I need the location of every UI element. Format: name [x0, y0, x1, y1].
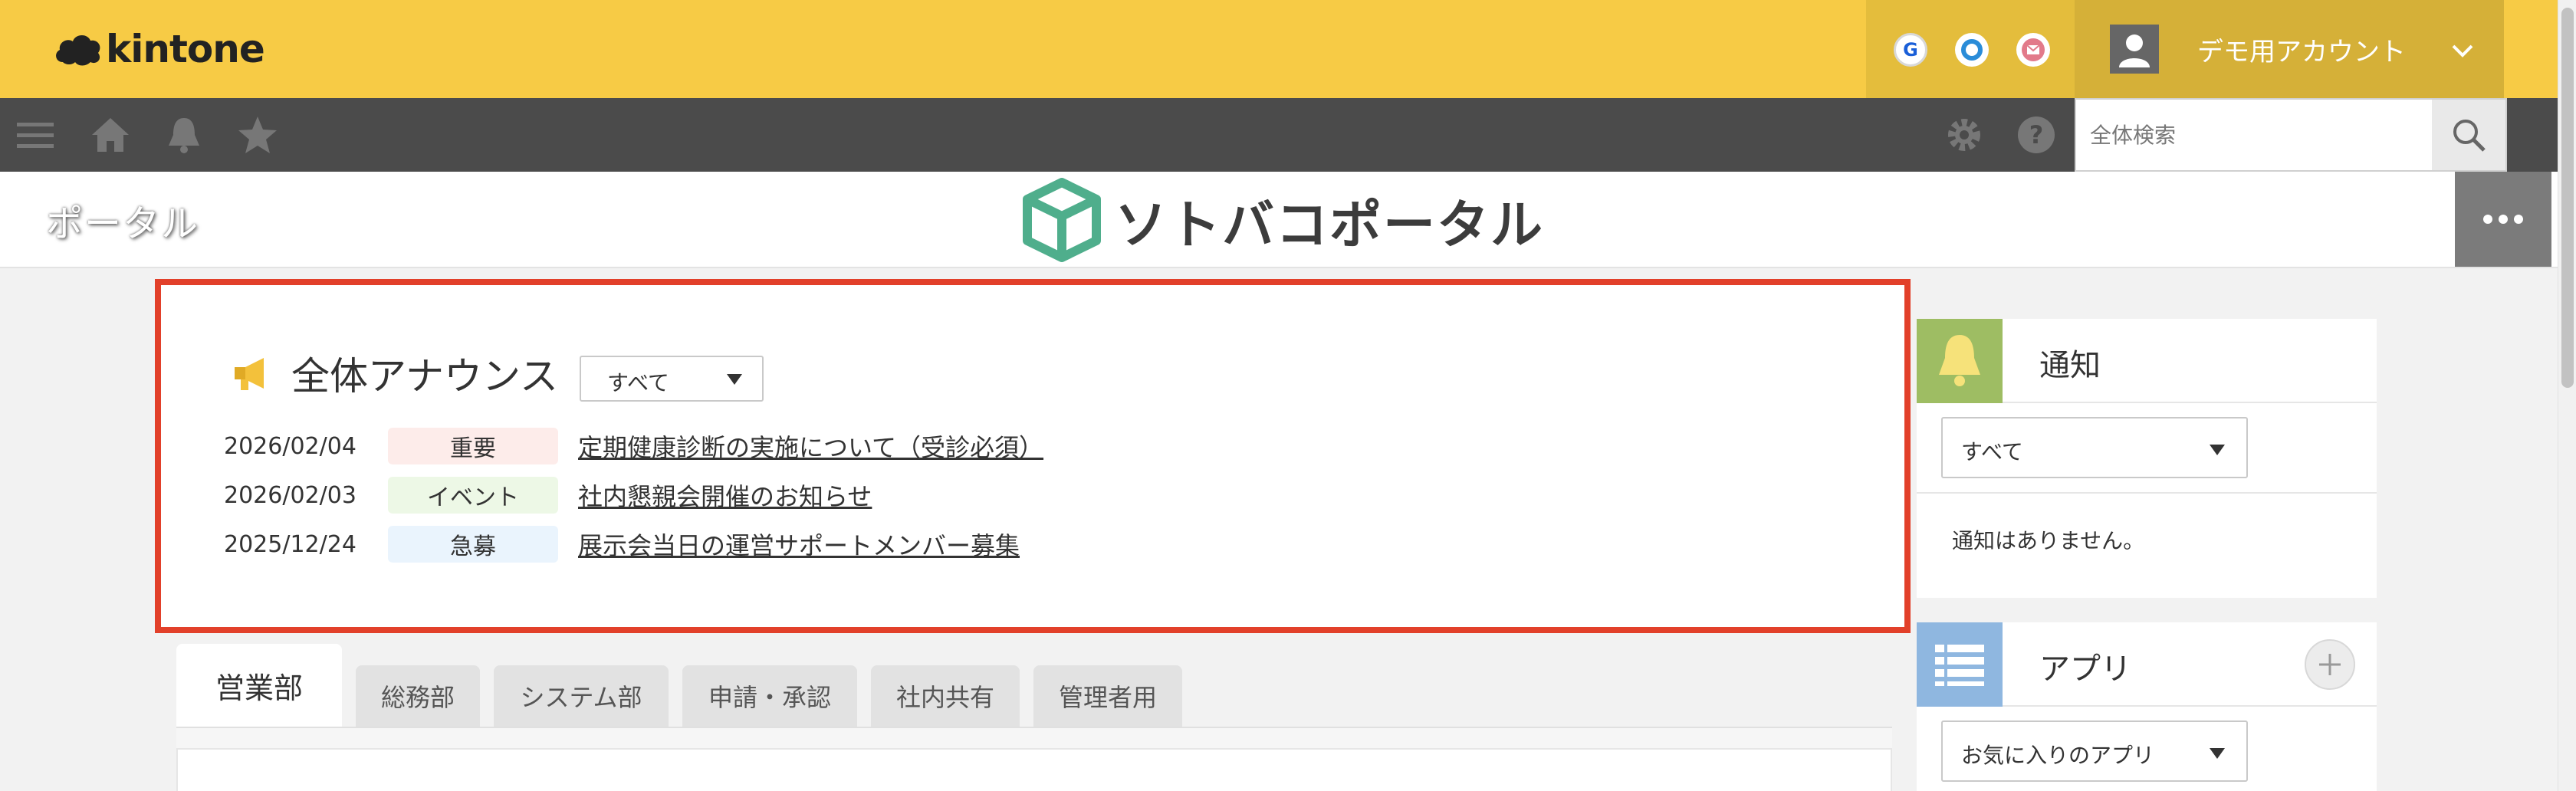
- mail-icon[interactable]: [2016, 33, 2050, 67]
- google-icon[interactable]: G: [1894, 33, 1927, 67]
- announcement-link[interactable]: 社内懇親会開催のお知らせ: [578, 478, 872, 513]
- plus-icon: [2319, 654, 2341, 675]
- caret-down-icon: [2210, 748, 2225, 759]
- menu-icon[interactable]: [12, 112, 58, 158]
- app-widget: アプリ お気に入りのアプリ: [1917, 622, 2377, 791]
- brand-name: kintone: [106, 27, 265, 71]
- announcement-date: 2025/12/24: [224, 530, 356, 558]
- tab-application-approval[interactable]: 申請・承認: [682, 665, 857, 727]
- star-icon[interactable]: [235, 112, 281, 158]
- tab-content-card: [176, 748, 1892, 791]
- announcement-item: 2026/02/03 イベント 社内懇親会開催のお知らせ: [224, 474, 872, 517]
- tab-sales[interactable]: 営業部: [176, 644, 342, 727]
- select-value: すべて: [1961, 439, 2023, 464]
- caret-down-icon: [727, 374, 742, 385]
- app-widget-header: アプリ: [1917, 622, 2377, 707]
- cube-logo-icon: [1023, 178, 1101, 262]
- search-input[interactable]: [2076, 100, 2430, 170]
- announcement-title: 全体アナウンス: [291, 354, 558, 399]
- scrollbar-thumb[interactable]: [2561, 8, 2574, 388]
- outlook-icon[interactable]: [1955, 33, 1989, 67]
- tab-admin[interactable]: 管理者用: [1033, 665, 1182, 727]
- notification-widget: 通知 すべて 通知はありません。: [1917, 319, 2377, 598]
- announcement-tag: イベント: [388, 477, 558, 514]
- outlook-ring-icon: [1961, 39, 1983, 61]
- dot-icon: [2499, 215, 2508, 224]
- announcement-item: 2025/12/24 急募 展示会当日の運営サポートメンバー募集: [224, 523, 1020, 566]
- search-icon: [2453, 120, 2486, 152]
- chevron-down-icon[interactable]: [2447, 35, 2478, 66]
- tab-system[interactable]: システム部: [494, 665, 669, 727]
- gear-icon[interactable]: [1941, 112, 1987, 158]
- home-icon[interactable]: [87, 112, 133, 158]
- portal-logo-text: ソトバコポータル: [1115, 195, 1545, 256]
- user-menu[interactable]: デモ用アカウント: [2075, 0, 2504, 98]
- announcement-link[interactable]: 展示会当日の運営サポートメンバー募集: [578, 527, 1020, 562]
- dot-icon: [2514, 215, 2523, 224]
- help-icon[interactable]: ?: [2013, 112, 2059, 158]
- user-name: デモ用アカウント: [2197, 37, 2406, 67]
- announcement-date: 2026/02/04: [224, 432, 356, 460]
- announcement-tag: 重要: [388, 428, 558, 464]
- bell-icon[interactable]: [161, 112, 207, 158]
- divider: [1917, 492, 2377, 494]
- envelope-icon: [2022, 38, 2045, 61]
- dot-icon: [2483, 215, 2492, 224]
- notification-filter-select[interactable]: すべて: [1941, 417, 2248, 478]
- announcement-panel: 全体アナウンス すべて 2026/02/04 重要 定期健康診断の実施について（…: [155, 279, 1911, 633]
- search-button[interactable]: [2432, 100, 2505, 170]
- page-title: ポータル: [46, 202, 200, 245]
- add-app-button[interactable]: [2305, 639, 2355, 690]
- tab-internal-share[interactable]: 社内共有: [871, 665, 1020, 727]
- megaphone-icon: [235, 358, 264, 390]
- select-value: お気に入りのアプリ: [1961, 743, 2155, 768]
- portal-header: ポータル ソトバコポータル: [0, 172, 2558, 268]
- kintone-cloud-icon: [56, 34, 100, 66]
- tab-general-affairs[interactable]: 総務部: [356, 665, 480, 727]
- app-filter-select[interactable]: お気に入りのアプリ: [1941, 720, 2248, 782]
- bell-icon: [1939, 335, 1980, 386]
- app-list-icon: [1935, 645, 1984, 686]
- notification-widget-header: 通知: [1917, 319, 2377, 403]
- select-value: すべて: [607, 370, 669, 396]
- more-options-button[interactable]: [2455, 172, 2551, 267]
- notification-widget-iconbox: [1917, 319, 2003, 403]
- announcement-link[interactable]: 定期健康診断の実施について（受診必須）: [578, 428, 1043, 464]
- notification-empty-text: 通知はありません。: [1952, 528, 2145, 553]
- page-scrollbar[interactable]: [2558, 0, 2576, 791]
- announcement-header: 全体アナウンス: [230, 346, 558, 400]
- svg-text:?: ?: [2029, 120, 2044, 149]
- announcement-item: 2026/02/04 重要 定期健康診断の実施について（受診必須）: [224, 425, 1043, 468]
- global-search: [2075, 98, 2507, 172]
- app-widget-title: アプリ: [2039, 652, 2131, 687]
- app-widget-iconbox: [1917, 622, 2003, 707]
- announcement-date: 2026/02/03: [224, 481, 356, 509]
- user-avatar-icon: [2110, 25, 2159, 74]
- notification-widget-title: 通知: [2039, 348, 2101, 383]
- announcement-filter-select[interactable]: すべて: [580, 356, 764, 402]
- top-bar: kintone G デモ用アカウント: [0, 0, 2558, 98]
- announcement-tag: 急募: [388, 526, 558, 563]
- external-services: G: [1866, 0, 2075, 98]
- kintone-logo[interactable]: kintone: [52, 23, 265, 75]
- caret-down-icon: [2210, 445, 2225, 455]
- portal-logo: ソトバコポータル: [1020, 176, 1544, 264]
